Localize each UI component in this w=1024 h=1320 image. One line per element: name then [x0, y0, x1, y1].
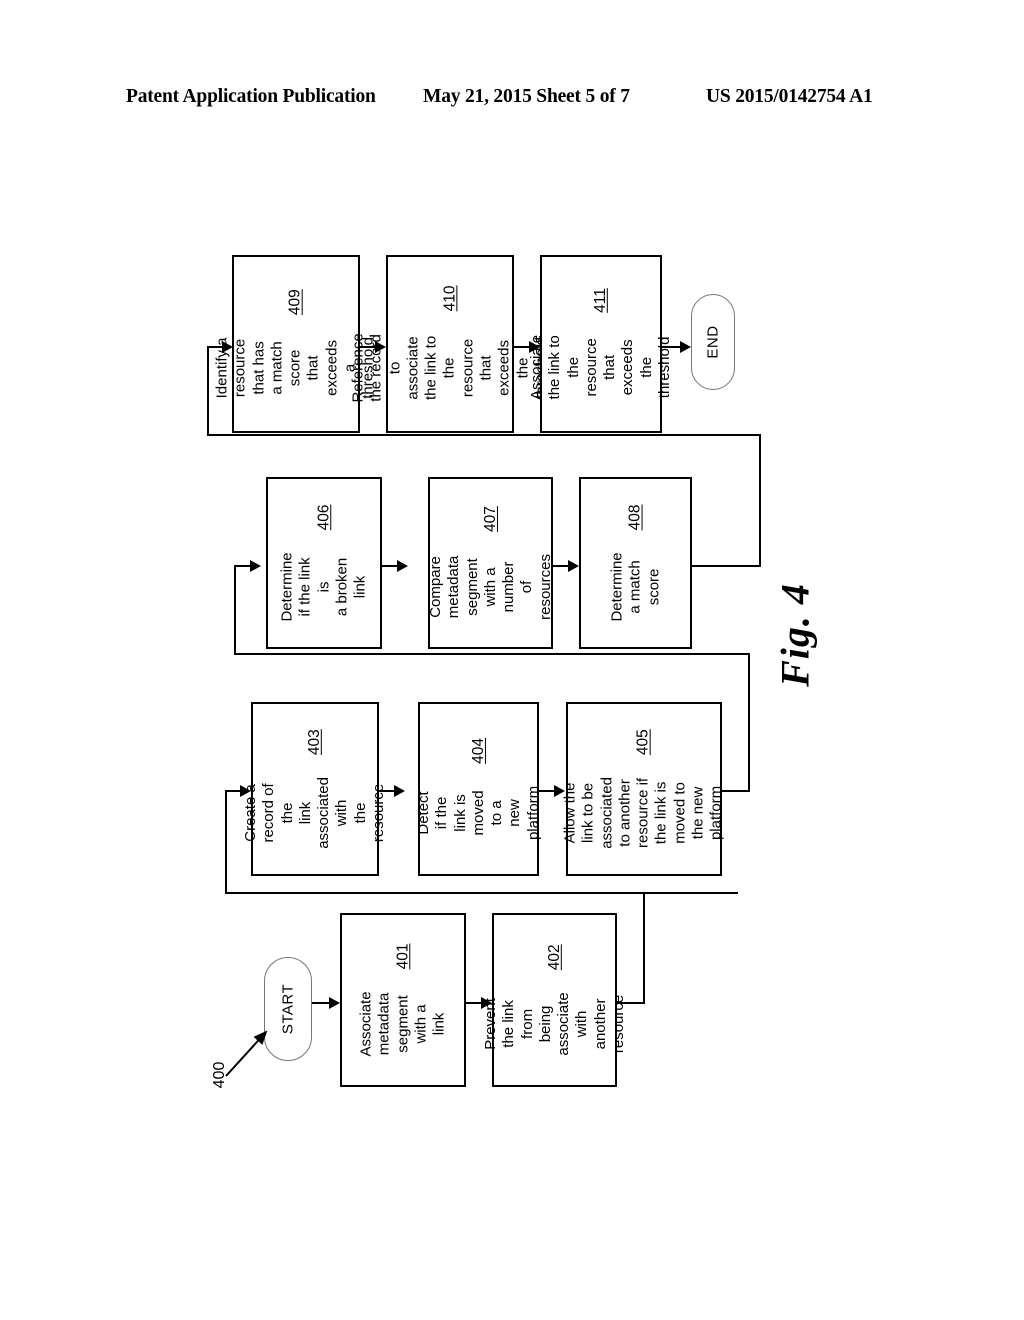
process-box-402-text: Prevent the link from being associate wi…	[481, 992, 627, 1056]
connector-402-exit-right	[617, 1002, 645, 1004]
process-box-401[interactable]: Associate metadata segment with a link 4…	[340, 913, 466, 1087]
process-box-406-number: 406	[314, 504, 332, 531]
process-box-408[interactable]: Determine a match score 408	[579, 477, 692, 649]
process-box-410-number: 410	[440, 285, 458, 312]
figure-caption-label: Fig. 4	[772, 583, 818, 687]
process-box-405-number: 405	[634, 729, 652, 756]
process-box-406[interactable]: Determine if the link is a broken link 4…	[266, 477, 382, 649]
process-box-403-content: Create a record of the link associated w…	[242, 729, 388, 849]
process-box-409[interactable]: Identify a resource that has a match sco…	[214, 255, 377, 433]
process-box-410-text: Reference the record to associate the li…	[349, 333, 549, 403]
process-box-405-text: Allow the link to be associated to anoth…	[561, 777, 726, 849]
process-box-411-text: Associate the link to the resource that …	[527, 334, 673, 400]
arrowhead-into-406	[250, 560, 261, 572]
process-box-409-number: 409	[286, 289, 304, 316]
process-box-410[interactable]: Reference the record to associate the li…	[349, 255, 549, 433]
process-box-407-content: Compare metadata segment with a number o…	[426, 506, 554, 620]
arrowhead-into-end	[680, 341, 691, 353]
process-box-402-content: Prevent the link from being associate wi…	[481, 944, 627, 1055]
process-box-401-content: Associate metadata segment with a link 4…	[357, 944, 448, 1057]
connector-402-to-403-horizontal	[225, 892, 738, 894]
connector-405-exit-right	[722, 790, 750, 792]
process-box-411-content: Associate the link to the resource that …	[528, 288, 674, 400]
process-box-401-number: 401	[393, 943, 411, 970]
process-box-407-number: 407	[481, 506, 499, 533]
patent-figure-4: Identify a resource that has a match sco…	[0, 0, 1024, 1320]
process-box-405[interactable]: Allow the link to be associated to anoth…	[562, 702, 725, 876]
process-box-402-number: 402	[545, 944, 563, 971]
terminator-start-label: START	[279, 983, 297, 1035]
connector-408-to-409-vertical-left	[207, 346, 209, 436]
process-box-406-text: Determine if the link is a broken link	[278, 552, 369, 622]
reference-leader-arrow-icon	[225, 1030, 268, 1077]
connector-402-to-403-vertical-left	[225, 790, 227, 894]
process-box-403-number: 403	[306, 729, 323, 756]
process-box-406-content: Determine if the link is a broken link 4…	[278, 504, 369, 621]
process-box-407[interactable]: Compare metadata segment with a number o…	[426, 477, 554, 649]
arrowhead-into-404	[394, 785, 405, 797]
terminator-end-label: END	[704, 325, 722, 359]
process-box-402[interactable]: Prevent the link from being associate wi…	[481, 913, 626, 1087]
process-box-408-number: 408	[626, 504, 644, 531]
connector-408-to-409-horizontal	[207, 434, 761, 436]
process-box-404-text: Detect if the link is moved to a new pla…	[414, 785, 542, 841]
process-box-405-content: Allow the link to be associated to anoth…	[562, 729, 727, 849]
process-box-404-number: 404	[469, 737, 487, 764]
connector-405-to-406-horizontal	[234, 653, 750, 655]
arrowhead-into-408	[568, 560, 579, 572]
terminator-end[interactable]: END	[691, 294, 735, 390]
process-box-407-text: Compare metadata segment with a number o…	[426, 554, 554, 620]
process-box-403-text: Create a record of the link associated w…	[241, 777, 387, 849]
process-box-410-content: Reference the record to associate the li…	[349, 285, 550, 402]
process-box-411-number: 411	[592, 288, 609, 313]
process-box-408-text: Determine a match score	[608, 552, 662, 622]
process-box-403[interactable]: Create a record of the link associated w…	[242, 702, 387, 876]
process-box-401-text: Associate metadata segment with a link	[357, 991, 448, 1057]
process-box-404-content: Detect if the link is moved to a new pla…	[414, 738, 542, 840]
process-box-404[interactable]: Detect if the link is moved to a new pla…	[414, 702, 541, 876]
connector-402-exit-up	[643, 892, 645, 1004]
arrowhead-into-401	[329, 997, 340, 1009]
connector-405-to-406-vertical-left	[234, 565, 236, 655]
process-box-408-content: Determine a match score 408	[608, 504, 663, 621]
figure-caption: Fig. 4	[735, 545, 855, 725]
process-box-411[interactable]: Associate the link to the resource that …	[528, 255, 673, 433]
arrowhead-into-407	[397, 560, 408, 572]
